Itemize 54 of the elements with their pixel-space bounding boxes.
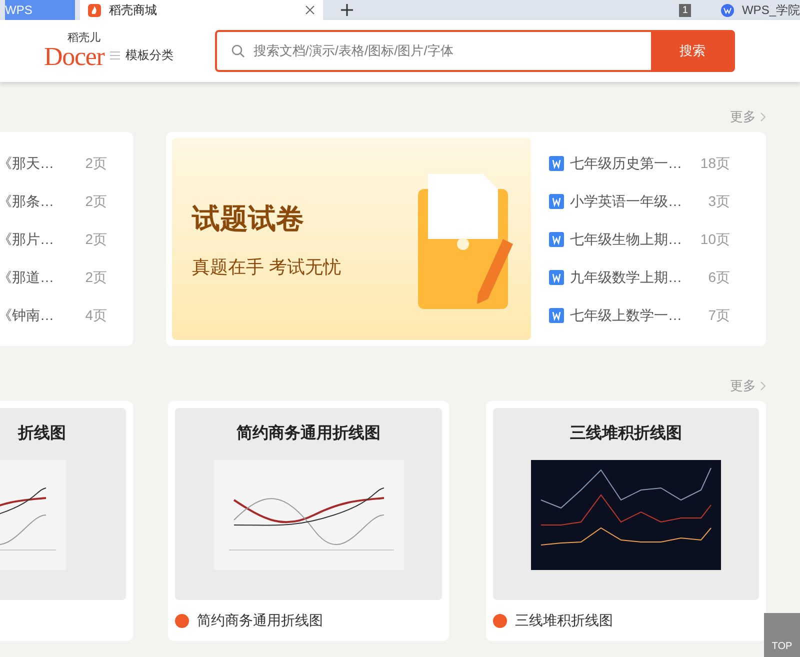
template-type-icon [175, 614, 189, 628]
template-card[interactable]: 三线堆积折线图 三线堆积折线图 [486, 401, 766, 641]
page-count: 10页 [700, 230, 730, 248]
document-icon [549, 308, 564, 322]
chevron-right-icon [760, 381, 766, 391]
document-title[interactable]: 七年级生物上期… [570, 228, 694, 250]
page-count: 2页 [85, 268, 107, 286]
document-icon [549, 194, 564, 208]
template-card[interactable]: 折线图 [0, 401, 133, 641]
document-title[interactable]: 九年级数学上期… [570, 266, 702, 288]
page-count: 4页 [85, 306, 107, 324]
document-title[interactable]: 七年级上数学一… [570, 304, 702, 326]
page-count: 2页 [85, 192, 107, 210]
document-title[interactable]: 《那道… [0, 266, 54, 288]
browser-tab[interactable]: 稻壳商城 [80, 0, 323, 20]
document-title[interactable]: 《那天… [0, 152, 54, 174]
chevron-right-icon [760, 112, 766, 122]
search-button[interactable]: 搜索 [651, 31, 734, 71]
tab-counter[interactable]: 1 [679, 4, 691, 16]
banner-title: 试题试卷 [192, 202, 305, 236]
document-icon [549, 270, 564, 284]
close-icon[interactable] [305, 5, 315, 15]
exam-banner[interactable]: 试题试卷 真题在手 考试无忧 [172, 138, 531, 340]
page-count: 18页 [700, 154, 730, 172]
document-title[interactable]: 七年级历史第一… [570, 152, 694, 174]
document-title[interactable]: 《钟南… [0, 304, 54, 326]
page-count: 2页 [85, 230, 107, 248]
search-icon [231, 44, 246, 58]
banner-subtitle: 真题在手 考试无忧 [192, 256, 342, 278]
plus-icon[interactable] [341, 4, 353, 16]
search-bar[interactable]: 搜索文档/演示/表格/图标/图片/字体 搜索 [215, 30, 736, 72]
page-count: 3页 [708, 192, 730, 210]
page-count: 7页 [708, 306, 730, 324]
page-count: 6页 [708, 268, 730, 286]
wps-logo-icon [720, 4, 734, 16]
template-card[interactable]: 简约商务通用折线图 简约商务通用折线图 [168, 401, 449, 641]
document-title[interactable]: 《那片… [0, 228, 54, 250]
thumbnail-title: 折线图 [18, 424, 66, 444]
template-caption[interactable]: 简约商务通用折线图 [197, 610, 323, 631]
template-caption[interactable]: 三线堆积折线图 [515, 610, 613, 631]
document-icon [549, 232, 564, 246]
document-icon [549, 156, 564, 170]
document-title[interactable]: 小学英语一年级… [570, 190, 702, 212]
thumbnail-title: 简约商务通用折线图 [236, 423, 380, 444]
template-type-icon [493, 614, 507, 628]
search-field[interactable]: 搜索文档/演示/表格/图标/图片/字体 [253, 41, 652, 61]
category-menu[interactable]: 模板分类 [125, 46, 174, 64]
bookmark-label[interactable]: WPS_学院 [742, 1, 800, 19]
docer-logo[interactable]: 稻壳儿 Docer [44, 32, 104, 70]
back-to-top-button[interactable]: TOP [764, 613, 800, 657]
document-title[interactable]: 《那条… [0, 190, 54, 212]
flame-logo-icon [88, 4, 101, 16]
thumbnail-title: 三线堆积折线图 [570, 424, 682, 444]
page-count: 2页 [85, 154, 107, 172]
